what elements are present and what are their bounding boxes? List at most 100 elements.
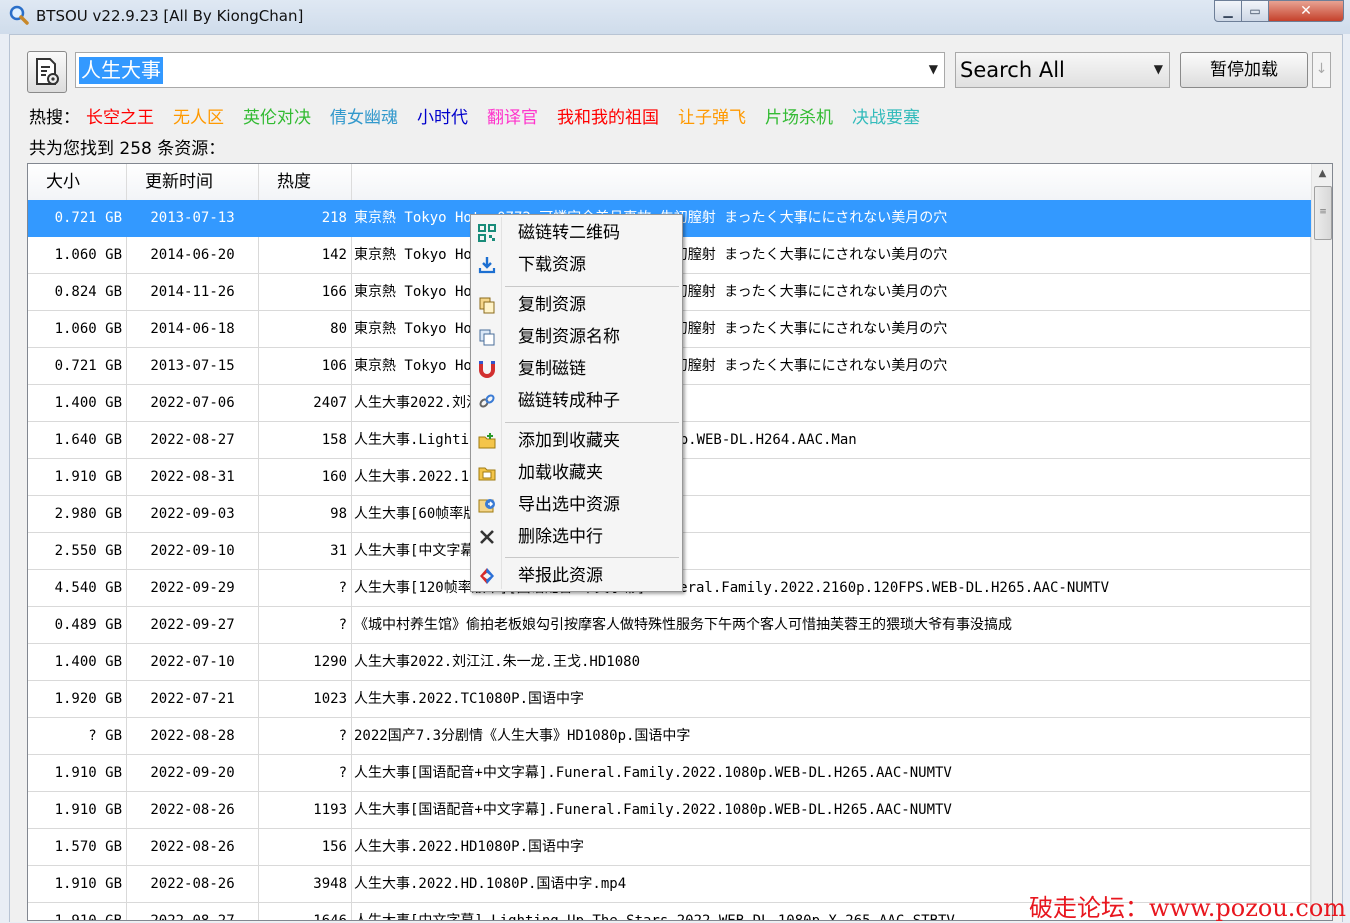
chevron-down-icon[interactable]: ▼ (929, 62, 938, 76)
table-row[interactable]: 1.910 GB 2022-09-20? 人生大事[国语配音+中文字幕].Funer… (28, 755, 1311, 792)
window-title: BTSOU v22.9.23 [All By KiongChan] (36, 7, 304, 25)
name-cell: 人生大事.2022.HD1080P.国语中字 (352, 829, 1311, 866)
heat-cell: 3948 (259, 866, 352, 903)
column-header-heat[interactable]: 热度 (259, 164, 352, 200)
table-row[interactable]: 1.910 GB 2022-08-26 1193 人生大事[国语配音+中文字幕].Fu… (28, 792, 1311, 829)
scroll-up-icon[interactable]: ▲ (1312, 164, 1332, 184)
heat-cell: 98 (259, 496, 352, 533)
size-cell: 4.540 GB (28, 570, 127, 607)
menu-item-export[interactable]: 导出选中资源 (473, 490, 680, 520)
menu-item-link[interactable]: 磁链转成种子 (473, 386, 680, 416)
load-favorite-icon (477, 463, 497, 483)
vertical-scrollbar[interactable]: ▲ ≡ (1311, 164, 1332, 920)
menu-item-magnet[interactable]: 复制磁链 (473, 354, 680, 384)
menu-item-load-favorite[interactable]: 加载收藏夹 (473, 458, 680, 488)
size-cell: 1.910 GB (28, 866, 127, 903)
chevron-down-icon[interactable]: ▼ (1154, 62, 1163, 76)
heat-cell: 1023 (259, 681, 352, 718)
size-cell: 0.489 GB (28, 607, 127, 644)
updated-cell: 2022-08-26 (127, 829, 259, 866)
table-row[interactable]: 0.489 GB 2022-09-27? 《城中村养生馆》偷拍老板娘勾引按摩客人做特… (28, 607, 1311, 644)
menu-item-label: 下载资源 (518, 255, 586, 275)
menu-item-delete[interactable]: 删除选中行 (473, 522, 680, 552)
hot-search-link[interactable]: 英伦对决 (243, 103, 311, 128)
size-cell: 1.400 GB (28, 385, 127, 422)
column-header-size[interactable]: 大小 (28, 164, 127, 200)
minimize-button[interactable]: ▁ (1214, 0, 1242, 22)
hot-search-link[interactable]: 片场杀机 (765, 103, 833, 128)
size-cell: 1.570 GB (28, 829, 127, 866)
size-cell: ? GB (28, 718, 127, 755)
size-cell: 1.910 GB (28, 792, 127, 829)
menu-separator (505, 557, 679, 558)
heat-cell: 80 (259, 311, 352, 348)
hot-search-link[interactable]: 让子弹飞 (678, 103, 746, 128)
updated-cell: 2022-08-27 (127, 422, 259, 459)
column-header-name[interactable] (352, 164, 1311, 200)
updated-cell: 2014-11-26 (127, 274, 259, 311)
table-row[interactable]: 1.570 GB 2022-08-26 156 人生大事.2022.HD1080P.国… (28, 829, 1311, 866)
arrow-down-button[interactable]: ↓ (1312, 52, 1331, 88)
size-cell: 2.550 GB (28, 533, 127, 570)
menu-item-copy[interactable]: 复制资源 (473, 290, 680, 320)
updated-cell: 2022-07-21 (127, 681, 259, 718)
updated-cell: 2022-08-26 (127, 792, 259, 829)
heat-cell: 31 (259, 533, 352, 570)
name-cell: 人生大事[国语配音+中文字幕].Funeral.Family.2022.1080… (352, 792, 1311, 829)
menu-item-label: 加载收藏夹 (518, 463, 603, 483)
search-mode-select[interactable]: Search All ▼ (955, 52, 1170, 88)
settings-tool-button[interactable] (27, 51, 67, 93)
menu-item-report[interactable]: 举报此资源 (473, 561, 680, 591)
heat-cell: 218 (259, 200, 352, 237)
heat-cell: 106 (259, 348, 352, 385)
updated-cell: 2022-09-27 (127, 607, 259, 644)
updated-cell: 2022-09-10 (127, 533, 259, 570)
hot-search-link[interactable]: 小时代 (417, 103, 468, 128)
table-row[interactable]: ? GB 2022-08-28? 2022国产7.3分剧情《人生大事》HD1080p… (28, 718, 1311, 755)
hot-search-link[interactable]: 我和我的祖国 (557, 103, 659, 128)
heat-cell: 2407 (259, 385, 352, 422)
column-header-updated[interactable]: 更新时间 (127, 164, 259, 200)
context-menu: 磁链转二维码下载资源复制资源复制资源名称 复制磁链 磁链转成种子添加到收藏夹 加载收藏… (470, 214, 683, 592)
hot-search-link[interactable]: 长空之王 (86, 103, 154, 128)
name-cell: 2022国产7.3分剧情《人生大事》HD1080p.国语中字 (352, 718, 1311, 755)
size-cell: 1.910 GB (28, 755, 127, 792)
maximize-button[interactable]: ▭ (1242, 0, 1269, 22)
minimize-icon: ▁ (1223, 4, 1233, 18)
size-cell: 1.910 GB (28, 903, 127, 920)
heat-cell: 1290 (259, 644, 352, 681)
link-icon (477, 391, 497, 411)
hot-search-link[interactable]: 决战要塞 (852, 103, 920, 128)
scrollbar-thumb[interactable]: ≡ (1314, 186, 1332, 240)
updated-cell: 2022-08-26 (127, 866, 259, 903)
menu-item-label: 复制资源 (518, 295, 586, 315)
size-cell: 0.721 GB (28, 348, 127, 385)
menu-item-add-favorite[interactable]: 添加到收藏夹 (473, 426, 680, 456)
pause-loading-button[interactable]: 暂停加载 (1180, 52, 1308, 88)
size-cell: 1.060 GB (28, 311, 127, 348)
search-mode-value: Search All (960, 58, 1065, 82)
menu-item-copy-name[interactable]: 复制资源名称 (473, 322, 680, 352)
hot-search-link[interactable]: 翻译官 (487, 103, 538, 128)
table-row[interactable]: 1.400 GB 2022-07-10 1290 人生大事2022.刘江江.朱一龙.王… (28, 644, 1311, 681)
heat-cell: 156 (259, 829, 352, 866)
updated-cell: 2022-07-06 (127, 385, 259, 422)
hot-search-link[interactable]: 倩女幽魂 (330, 103, 398, 128)
updated-cell: 2014-06-20 (127, 237, 259, 274)
size-cell: 1.640 GB (28, 422, 127, 459)
document-gear-icon (36, 58, 59, 85)
size-cell: 2.980 GB (28, 496, 127, 533)
menu-item-download[interactable]: 下载资源 (473, 250, 680, 280)
updated-cell: 2014-06-18 (127, 311, 259, 348)
menu-separator (505, 422, 679, 423)
heat-cell: 166 (259, 274, 352, 311)
updated-cell: 2022-08-27 (127, 903, 259, 920)
menu-item-qr-code[interactable]: 磁链转二维码 (473, 218, 680, 248)
table-row[interactable]: 1.920 GB 2022-07-21 1023 人生大事.2022.TC1080P.… (28, 681, 1311, 718)
search-input[interactable]: 人生大事 ▼ (75, 52, 945, 88)
report-icon (477, 566, 497, 586)
close-button[interactable]: ✕ (1269, 0, 1344, 22)
hot-search-link[interactable]: 无人区 (173, 103, 224, 128)
menu-item-label: 添加到收藏夹 (518, 431, 620, 451)
updated-cell: 2022-08-28 (127, 718, 259, 755)
